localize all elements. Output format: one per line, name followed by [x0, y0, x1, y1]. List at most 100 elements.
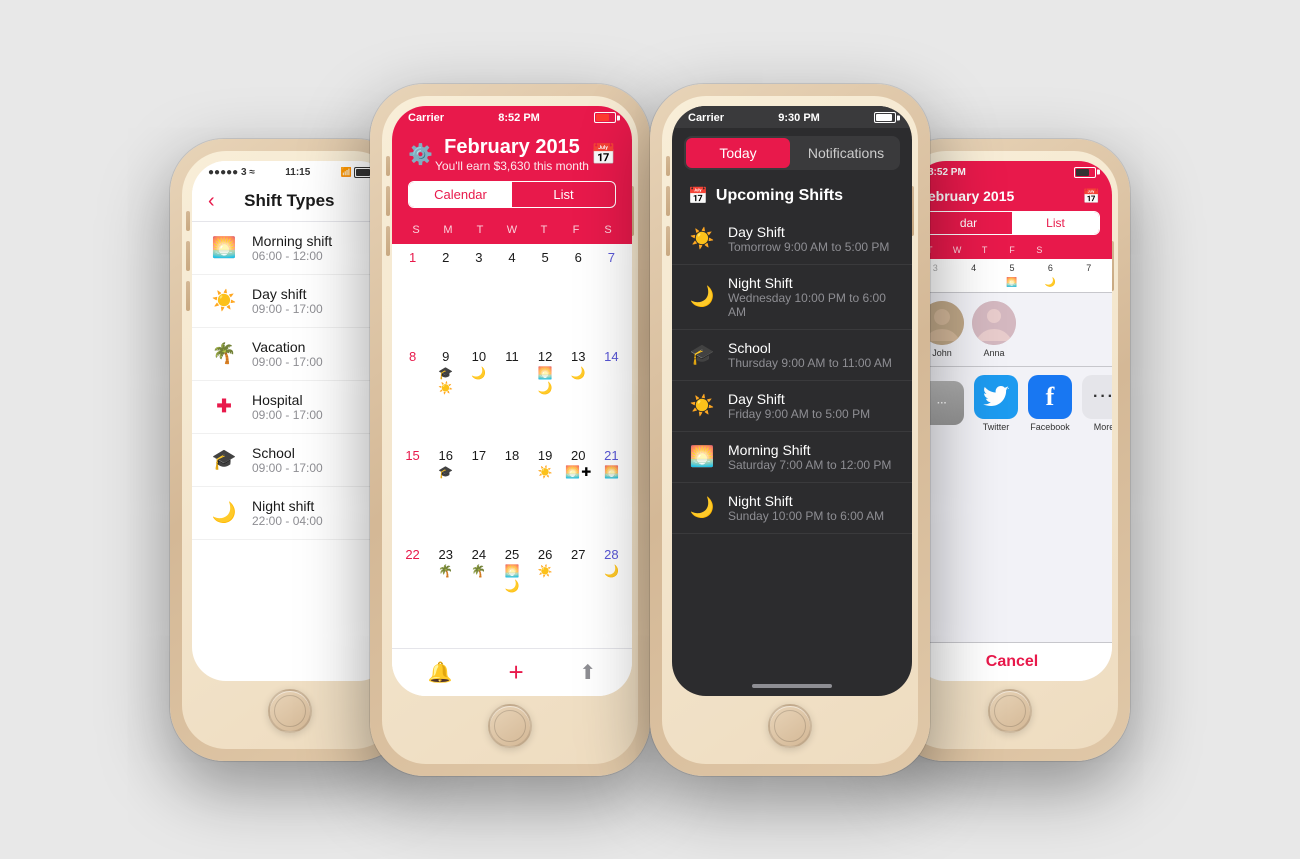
- tab-calendar[interactable]: Calendar: [409, 182, 512, 207]
- upcoming-header: 📅 Upcoming Shifts: [672, 178, 912, 214]
- cal-cell[interactable]: 25🌅🌙: [495, 545, 528, 644]
- cal-cell[interactable]: 28🌙: [595, 545, 628, 644]
- cal-cell[interactable]: 6: [562, 248, 595, 347]
- phone2-frame: Carrier 8:52 PM ⚙️: [370, 84, 650, 776]
- day-shift-icon-1: ☀️: [688, 226, 716, 251]
- cal-cell[interactable]: 7: [595, 248, 628, 347]
- shift-info: School 09:00 - 17:00: [252, 445, 323, 475]
- shift-row-5[interactable]: 🌅 Morning Shift Saturday 7:00 AM to 12:0…: [672, 432, 912, 483]
- home-button-2[interactable]: [488, 704, 532, 748]
- shift-row-name: Day Shift: [728, 391, 896, 407]
- cal-cell[interactable]: 4: [495, 248, 528, 347]
- phones-container: ●●●●● 3 ≈ 11:15 📶 ‹ Shift Types: [130, 84, 1170, 776]
- tab-notifications[interactable]: Notifications: [794, 138, 898, 168]
- shifts-list: ☀️ Day Shift Tomorrow 9:00 AM to 5:00 PM…: [672, 214, 912, 534]
- tab-today[interactable]: Today: [686, 138, 790, 168]
- cal-cell[interactable]: 27: [562, 545, 595, 644]
- cal-cell[interactable]: 9🎓☀️: [429, 347, 462, 446]
- cal-cell[interactable]: 2: [429, 248, 462, 347]
- upcoming-title: Upcoming Shifts: [716, 187, 843, 205]
- list-item[interactable]: 🌅 Morning shift 06:00 - 12:00: [192, 222, 392, 275]
- cal-cell[interactable]: 3: [462, 248, 495, 347]
- shift-row-sub: Wednesday 10:00 PM to 6:00 AM: [728, 291, 896, 319]
- share-app-more[interactable]: ··· More: [1082, 375, 1112, 432]
- list-item[interactable]: 🌴 Vacation 09:00 - 17:00: [192, 328, 392, 381]
- cal-cell[interactable]: 26☀️: [529, 545, 562, 644]
- morning-shift-icon-3: 🌅: [688, 444, 716, 469]
- calendar-icon-3: 📅: [688, 186, 708, 206]
- share-app-facebook[interactable]: f Facebook: [1028, 375, 1072, 432]
- share-cal-icon[interactable]: 📅: [1083, 188, 1100, 205]
- cal-cell[interactable]: 10🌙: [462, 347, 495, 446]
- shift-info: Hospital 09:00 - 17:00: [252, 392, 323, 422]
- time-3: 9:30 PM: [778, 112, 820, 124]
- list-item[interactable]: 🌙 Night shift 22:00 - 04:00: [192, 487, 392, 540]
- shift-info: Vacation 09:00 - 17:00: [252, 339, 323, 369]
- share-app-twitter[interactable]: Twitter: [974, 375, 1018, 432]
- app-name-more: More: [1094, 422, 1112, 432]
- notification-icon[interactable]: 🔔: [428, 660, 453, 685]
- screen4-cal-days: T W T F S: [912, 243, 1112, 259]
- add-icon[interactable]: +: [508, 657, 523, 688]
- tab-cal-4[interactable]: dar: [925, 212, 1012, 234]
- shift-row-4[interactable]: ☀️ Day Shift Friday 9:00 AM to 5:00 PM: [672, 381, 912, 432]
- cal-cell[interactable]: 5: [529, 248, 562, 347]
- cal-cell[interactable]: 8: [396, 347, 429, 446]
- shift-name: Hospital: [252, 392, 323, 408]
- shift-info: Day shift 09:00 - 17:00: [252, 286, 323, 316]
- cal-subtitle: You'll earn $3,630 this month: [435, 159, 589, 173]
- cal-cell[interactable]: 14: [595, 347, 628, 446]
- cal-cell[interactable]: 22: [396, 545, 429, 644]
- contact-anna[interactable]: Anna: [972, 301, 1016, 358]
- cal-cell[interactable]: 17: [462, 446, 495, 545]
- cal-cell[interactable]: 23🌴: [429, 545, 462, 644]
- cancel-button-4[interactable]: Cancel: [912, 642, 1112, 681]
- morning-shift-icon: 🌅: [208, 232, 240, 264]
- shift-row-6[interactable]: 🌙 Night Shift Sunday 10:00 PM to 6:00 AM: [672, 483, 912, 534]
- cal-cell[interactable]: 20🌅✚: [562, 446, 595, 545]
- shift-time: 09:00 - 17:00: [252, 355, 323, 369]
- carrier-2: Carrier: [408, 112, 444, 124]
- tab-list-4[interactable]: List: [1012, 212, 1099, 234]
- home-button-3[interactable]: [768, 704, 812, 748]
- cal-cell[interactable]: 18: [495, 446, 528, 545]
- day-label-t2: T: [528, 224, 560, 236]
- cal-cell[interactable]: 11: [495, 347, 528, 446]
- cal-cell[interactable]: 19☀️: [529, 446, 562, 545]
- tab-list[interactable]: List: [512, 182, 615, 207]
- home-button-1[interactable]: [268, 689, 312, 733]
- cal-cell[interactable]: 16🎓: [429, 446, 462, 545]
- settings-icon[interactable]: ⚙️: [408, 142, 433, 167]
- shift-row-info: Day Shift Tomorrow 9:00 AM to 5:00 PM: [728, 224, 896, 254]
- cal-cell[interactable]: 13🌙: [562, 347, 595, 446]
- cal-cell[interactable]: 12🌅🌙: [529, 347, 562, 446]
- share-icon[interactable]: ⬆: [579, 660, 596, 685]
- back-button[interactable]: ‹: [208, 190, 215, 213]
- shift-row-name: Morning Shift: [728, 442, 896, 458]
- shift-name: Vacation: [252, 339, 323, 355]
- screen4-cal-grid: 3 4 5 6 7 🌅 🌙: [912, 259, 1112, 292]
- list-item[interactable]: 🎓 School 09:00 - 17:00: [192, 434, 392, 487]
- shift-row-1[interactable]: ☀️ Day Shift Tomorrow 9:00 AM to 5:00 PM: [672, 214, 912, 265]
- cal-cell[interactable]: 1: [396, 248, 429, 347]
- cal-cell[interactable]: 24🌴: [462, 545, 495, 644]
- calendar-icon[interactable]: 📅: [591, 142, 616, 167]
- home-button-4[interactable]: [988, 689, 1032, 733]
- day-label-s2: S: [592, 224, 624, 236]
- list-item[interactable]: ☀️ Day shift 09:00 - 17:00: [192, 275, 392, 328]
- school-icon: 🎓: [208, 444, 240, 476]
- list-item[interactable]: ✚ Hospital 09:00 - 17:00: [192, 381, 392, 434]
- cal-cell[interactable]: 21🌅: [595, 446, 628, 545]
- shift-row-3[interactable]: 🎓 School Thursday 9:00 AM to 11:00 AM: [672, 330, 912, 381]
- cal-footer: 🔔 + ⬆: [392, 648, 632, 696]
- screen4-tabs: dar List: [924, 211, 1100, 235]
- shift-list: 🌅 Morning shift 06:00 - 12:00 ☀️: [192, 222, 392, 540]
- time-1: 11:15: [285, 167, 310, 178]
- school-icon-3: 🎓: [688, 342, 716, 367]
- shift-row-sub: Friday 9:00 AM to 5:00 PM: [728, 407, 896, 421]
- app-name-facebook: Facebook: [1030, 422, 1070, 432]
- carrier-1: ●●●●● 3 ≈: [208, 167, 255, 178]
- contacts-row: John: [912, 293, 1112, 366]
- shift-row-2[interactable]: 🌙 Night Shift Wednesday 10:00 PM to 6:00…: [672, 265, 912, 330]
- cal-cell[interactable]: 15: [396, 446, 429, 545]
